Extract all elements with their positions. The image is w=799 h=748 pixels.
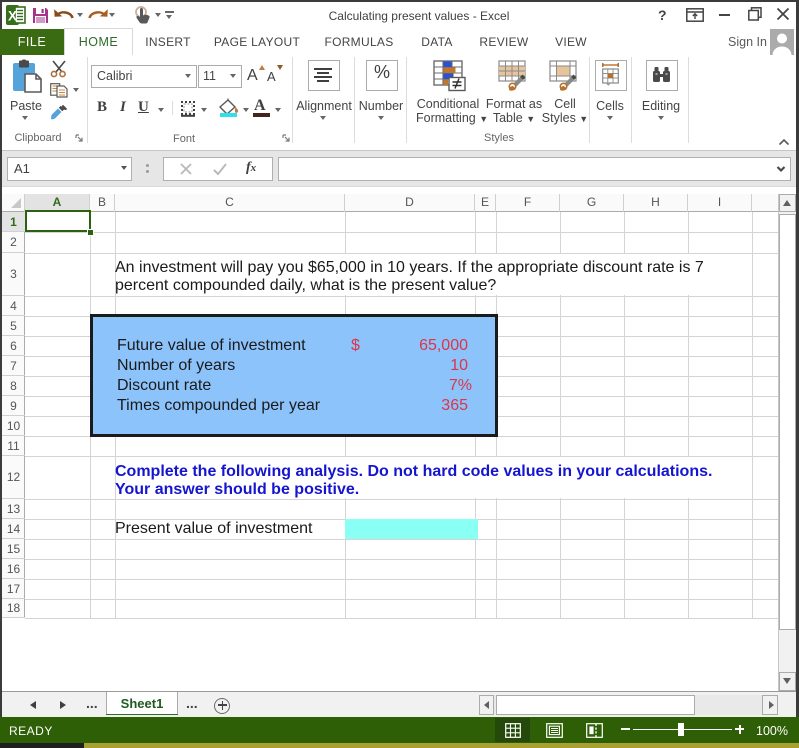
svg-text:X: X — [8, 9, 17, 24]
